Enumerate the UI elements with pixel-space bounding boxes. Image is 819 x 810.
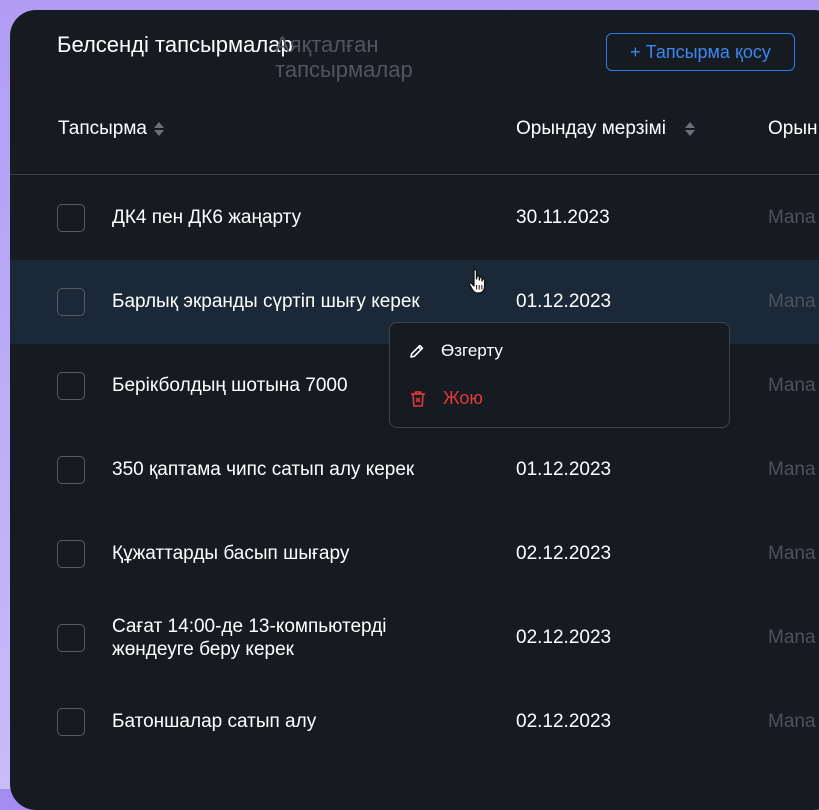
row-checkbox[interactable] <box>57 456 85 484</box>
delete-menu-label: Жою <box>443 388 483 408</box>
sort-icon[interactable] <box>684 119 696 139</box>
row-checkbox[interactable] <box>57 624 85 652</box>
sort-icon[interactable] <box>153 119 165 139</box>
hand-cursor-icon <box>468 269 486 294</box>
column-header-task: Тапсырма <box>58 118 165 140</box>
column-header-date: Орындау мерзімі <box>516 118 696 140</box>
task-executor: Mana <box>768 543 816 564</box>
row-checkbox[interactable] <box>57 708 85 736</box>
task-due-date: 02.12.2023 <box>516 627 612 648</box>
row-checkbox[interactable] <box>57 372 85 400</box>
tab-completed-tasks[interactable]: Аяқталған тапсырмалар <box>275 32 465 82</box>
task-title: Сағат 14:00-де 13-компьютерді жөндеуге б… <box>112 616 387 660</box>
edit-menu-label: Өзгерту <box>441 341 503 360</box>
task-executor: Mana <box>768 207 816 228</box>
task-title: Барлық экранды сүртіп шығу керек <box>112 291 420 312</box>
outer-frame: Белсенді тапсырмалар Аяқталған тапсырмал… <box>0 0 819 810</box>
column-header-date-label: Орындау мерзімі <box>516 118 666 139</box>
row-checkbox[interactable] <box>57 204 85 232</box>
task-due-date: 02.12.2023 <box>516 711 612 732</box>
header-divider <box>10 174 819 175</box>
table-row[interactable]: Батоншалар сатып алу 02.12.2023 Mana <box>10 680 819 764</box>
task-executor: Mana <box>768 627 816 648</box>
task-due-date: 01.12.2023 <box>516 291 612 312</box>
task-executor: Mana <box>768 711 816 732</box>
task-due-date: 02.12.2023 <box>516 543 612 564</box>
column-header-executor-label: Орын <box>768 118 818 139</box>
task-due-date: 30.11.2023 <box>516 207 610 228</box>
task-executor: Mana <box>768 375 816 396</box>
task-executor: Mana <box>768 459 816 480</box>
edit-menu-item[interactable]: Өзгерту <box>409 341 503 361</box>
column-header-task-label: Тапсырма <box>58 118 147 139</box>
row-checkbox[interactable] <box>57 540 85 568</box>
delete-menu-item[interactable]: Жою <box>409 388 483 409</box>
task-panel: Белсенді тапсырмалар Аяқталған тапсырмал… <box>10 10 819 810</box>
tab-active-tasks[interactable]: Белсенді тапсырмалар <box>57 32 293 57</box>
table-row[interactable]: Сағат 14:00-де 13-компьютерді жөндеуге б… <box>10 596 819 680</box>
task-title: ДК4 пен ДК6 жаңарту <box>112 207 302 228</box>
column-header-executor: Орын <box>768 118 818 140</box>
table-row[interactable]: 350 қаптама чипс сатып алу керек 01.12.2… <box>10 428 819 512</box>
row-context-menu: Өзгерту Жою <box>389 322 730 428</box>
add-task-button[interactable]: + Тапсырма қосу <box>606 33 795 71</box>
task-title: Құжаттарды басып шығару <box>112 543 350 564</box>
pencil-icon <box>410 344 424 358</box>
table-row[interactable]: Құжаттарды басып шығару 02.12.2023 Mana <box>10 512 819 596</box>
task-title: 350 қаптама чипс сатып алу керек <box>112 459 415 480</box>
trash-icon <box>411 390 425 407</box>
table-row[interactable]: ДК4 пен ДК6 жаңарту 30.11.2023 Mana <box>10 176 819 260</box>
task-due-date: 01.12.2023 <box>516 459 612 480</box>
task-title: Батоншалар сатып алу <box>112 711 317 732</box>
row-checkbox[interactable] <box>57 288 85 316</box>
task-executor: Mana <box>768 291 816 312</box>
